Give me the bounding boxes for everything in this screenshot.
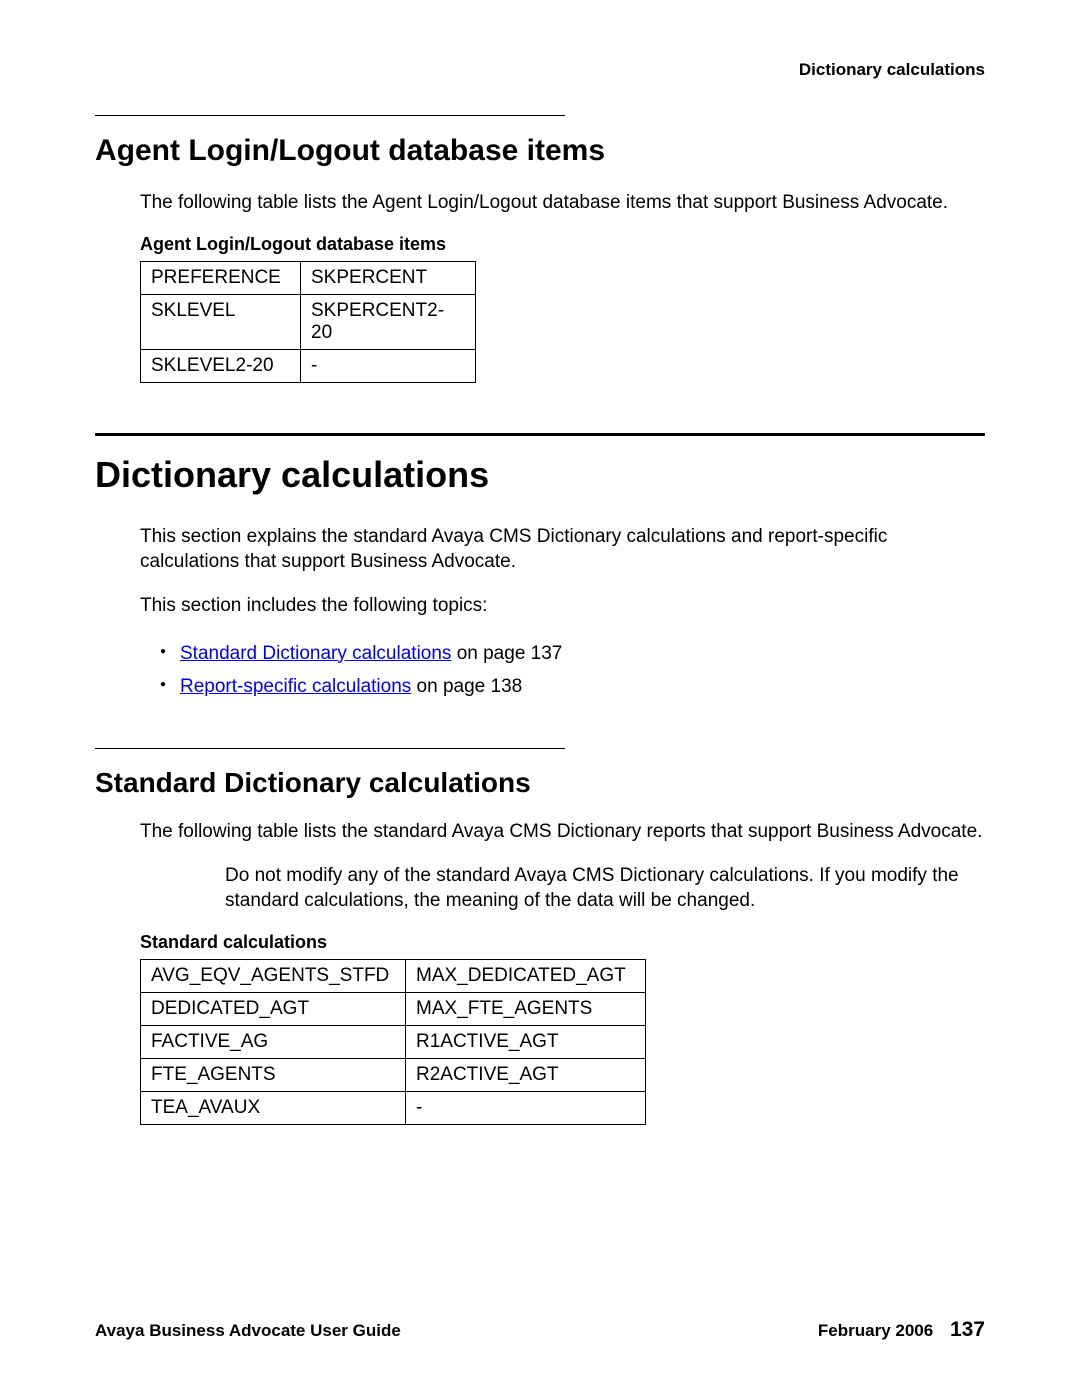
topic-list: Standard Dictionary calculations on page… <box>160 637 985 704</box>
table-row: FTE_AGENTS R2ACTIVE_AGT <box>141 1058 646 1091</box>
major-divider <box>95 433 985 436</box>
table-row: AVG_EQV_AGENTS_STFD MAX_DEDICATED_AGT <box>141 959 646 992</box>
link-standard-dictionary[interactable]: Standard Dictionary calculations <box>180 643 451 664</box>
table-title: Agent Login/Logout database items <box>140 234 985 255</box>
list-item: Report-specific calculations on page 138 <box>160 670 985 703</box>
main-heading: Dictionary calculations <box>95 454 985 496</box>
table-cell: - <box>406 1091 646 1124</box>
table-cell: R1ACTIVE_AGT <box>406 1025 646 1058</box>
table-cell: FTE_AGENTS <box>141 1058 406 1091</box>
section-intro: The following table lists the standard A… <box>140 819 985 845</box>
table-cell: SKPERCENT2-20 <box>301 294 476 349</box>
agent-login-logout-table: PREFERENCE SKPERCENT SKLEVEL SKPERCENT2-… <box>140 261 476 383</box>
list-item: Standard Dictionary calculations on page… <box>160 637 985 670</box>
section-heading: Agent Login/Logout database items <box>95 134 985 168</box>
footer-doc-title: Avaya Business Advocate User Guide <box>95 1321 401 1341</box>
table-cell: PREFERENCE <box>141 261 301 294</box>
table-cell: - <box>301 349 476 382</box>
table-cell: FACTIVE_AG <box>141 1025 406 1058</box>
table-row: SKLEVEL2-20 - <box>141 349 476 382</box>
link-suffix: on page 138 <box>411 676 522 697</box>
table-cell: MAX_FTE_AGENTS <box>406 992 646 1025</box>
link-suffix: on page 137 <box>451 643 562 664</box>
table-row: TEA_AVAUX - <box>141 1091 646 1124</box>
table-container: Standard calculations AVG_EQV_AGENTS_STF… <box>140 932 985 1125</box>
page-number: 137 <box>950 1318 985 1341</box>
table-cell: AVG_EQV_AGENTS_STFD <box>141 959 406 992</box>
section-note: Do not modify any of the standard Avaya … <box>225 863 985 914</box>
section-agent-login-logout: Agent Login/Logout database items The fo… <box>95 115 985 383</box>
standard-calculations-table: AVG_EQV_AGENTS_STFD MAX_DEDICATED_AGT DE… <box>140 959 646 1125</box>
table-row: DEDICATED_AGT MAX_FTE_AGENTS <box>141 992 646 1025</box>
header-section-label: Dictionary calculations <box>95 60 985 80</box>
table-row: FACTIVE_AG R1ACTIVE_AGT <box>141 1025 646 1058</box>
table-cell: MAX_DEDICATED_AGT <box>406 959 646 992</box>
footer-date: February 2006 <box>818 1321 933 1340</box>
section-dictionary-calculations: Dictionary calculations This section exp… <box>95 433 985 703</box>
table-row: SKLEVEL SKPERCENT2-20 <box>141 294 476 349</box>
section-standard-dictionary: Standard Dictionary calculations The fol… <box>95 748 985 1125</box>
table-title: Standard calculations <box>140 932 985 953</box>
topics-intro: This section includes the following topi… <box>140 593 985 619</box>
footer: Avaya Business Advocate User Guide Febru… <box>95 1318 985 1342</box>
sub-heading: Standard Dictionary calculations <box>95 767 985 799</box>
section-divider <box>95 748 565 749</box>
table-cell: R2ACTIVE_AGT <box>406 1058 646 1091</box>
link-report-specific[interactable]: Report-specific calculations <box>180 676 411 697</box>
table-cell: SKPERCENT <box>301 261 476 294</box>
table-cell: SKLEVEL2-20 <box>141 349 301 382</box>
section-intro: The following table lists the Agent Logi… <box>140 190 985 216</box>
table-cell: TEA_AVAUX <box>141 1091 406 1124</box>
table-cell: SKLEVEL <box>141 294 301 349</box>
footer-right: February 2006 137 <box>818 1318 985 1342</box>
table-container: Agent Login/Logout database items PREFER… <box>140 234 985 383</box>
section-divider <box>95 115 565 116</box>
section-intro: This section explains the standard Avaya… <box>140 524 985 575</box>
table-cell: DEDICATED_AGT <box>141 992 406 1025</box>
table-row: PREFERENCE SKPERCENT <box>141 261 476 294</box>
